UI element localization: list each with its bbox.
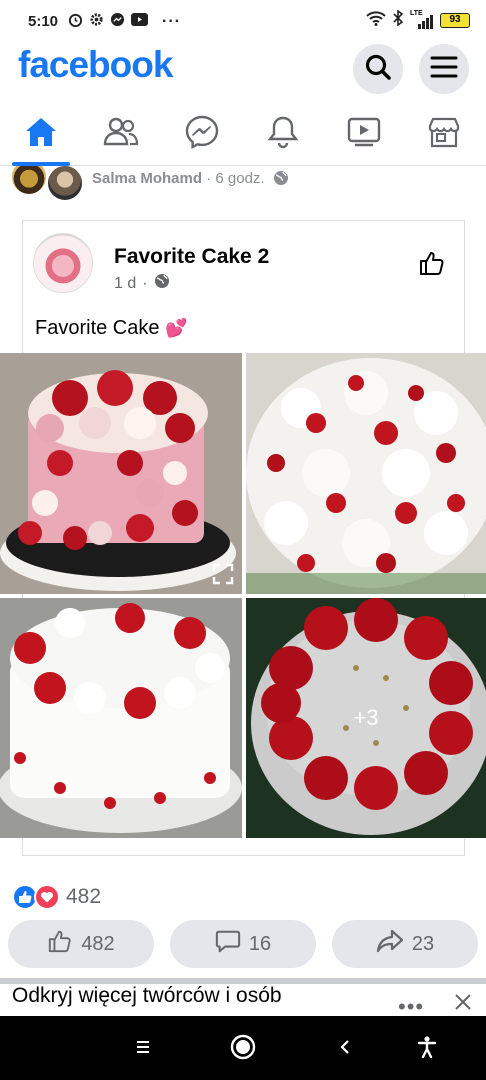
accessibility-icon xyxy=(417,1035,437,1063)
messenger-icon xyxy=(185,115,219,154)
like-button[interactable]: 482 xyxy=(8,920,154,968)
comment-count: 16 xyxy=(248,932,272,955)
page-name[interactable]: Favorite Cake 2 xyxy=(114,245,269,269)
recent-apps-button[interactable] xyxy=(128,1034,158,1064)
system-navigation-bar xyxy=(0,1016,486,1080)
comment-icon xyxy=(215,928,241,960)
globe-icon xyxy=(154,273,170,294)
menu-button[interactable] xyxy=(419,44,469,94)
photo-1[interactable] xyxy=(0,353,242,594)
like-page-button[interactable] xyxy=(418,249,446,282)
status-bar: 5:10 ··· LTE 93 xyxy=(0,0,486,44)
wifi-icon xyxy=(366,10,386,31)
tab-marketplace[interactable] xyxy=(422,112,466,156)
more-photos-count[interactable]: +3 xyxy=(246,598,486,838)
love-reaction-icon xyxy=(34,884,60,910)
video-icon xyxy=(347,117,381,152)
avatar[interactable] xyxy=(46,166,84,202)
cake-photo-1 xyxy=(0,353,242,594)
bell-icon xyxy=(267,115,299,154)
close-icon[interactable] xyxy=(453,992,473,1017)
share-button[interactable]: 23 xyxy=(332,920,478,968)
thumbs-up-icon xyxy=(47,928,73,960)
status-time: 5:10 xyxy=(28,13,59,30)
search-icon xyxy=(364,53,392,86)
shared-time[interactable]: 6 godz. xyxy=(215,170,264,187)
reactions-summary[interactable]: 482 xyxy=(12,882,101,912)
cake-photo-2 xyxy=(246,353,486,594)
tab-messenger[interactable] xyxy=(180,112,224,156)
photo-2[interactable] xyxy=(246,353,486,594)
friends-icon xyxy=(103,116,139,153)
signal-icon: LTE xyxy=(410,10,434,29)
sharer-name[interactable]: Salma Mohamd xyxy=(92,170,202,187)
app-header: facebook xyxy=(0,44,486,94)
back-chevron-icon xyxy=(339,1038,351,1061)
back-button[interactable] xyxy=(330,1034,360,1064)
home-circle-icon xyxy=(230,1034,256,1065)
home-system-button[interactable] xyxy=(228,1034,258,1064)
marketplace-icon xyxy=(427,116,461,153)
alarm-icon xyxy=(68,12,83,32)
tab-watch[interactable] xyxy=(342,112,386,156)
post-caption: Favorite Cake xyxy=(35,317,160,339)
status-more-icon: ··· xyxy=(162,13,181,30)
tab-notifications[interactable] xyxy=(261,112,305,156)
like-count: 482 xyxy=(81,932,115,955)
avatar[interactable] xyxy=(10,166,48,196)
expand-icon[interactable] xyxy=(212,563,234,590)
tab-home[interactable] xyxy=(19,112,63,156)
two-hearts-emoji: 💕 xyxy=(165,318,188,338)
recents-icon xyxy=(135,1040,151,1059)
post-time[interactable]: 1 d xyxy=(114,275,136,293)
youtube-status-icon xyxy=(131,13,148,31)
home-icon xyxy=(24,116,58,153)
share-count: 23 xyxy=(411,932,435,955)
settings-gear-icon xyxy=(89,12,104,32)
discover-section-title: Odkryj więcej twórców i osób xyxy=(12,984,282,1007)
page-avatar[interactable] xyxy=(33,233,93,293)
separator: · xyxy=(206,170,212,187)
bluetooth-icon xyxy=(392,9,404,31)
shared-by-row: Salma Mohamd · 6 godz. xyxy=(0,166,486,206)
messenger-status-icon xyxy=(110,12,125,32)
accessibility-button[interactable] xyxy=(412,1034,442,1064)
search-button[interactable] xyxy=(353,44,403,94)
tab-friends[interactable] xyxy=(99,112,143,156)
share-arrow-icon xyxy=(376,928,404,960)
reaction-count: 482 xyxy=(66,885,102,908)
photo-3[interactable] xyxy=(0,598,242,838)
battery-indicator: 93 xyxy=(440,13,470,28)
separator: · xyxy=(142,274,148,292)
globe-icon xyxy=(273,170,289,190)
hamburger-menu-icon xyxy=(430,55,458,84)
main-nav-tabs xyxy=(0,100,486,166)
comment-button[interactable]: 16 xyxy=(170,920,316,968)
cake-photo-3 xyxy=(0,598,242,838)
facebook-logo[interactable]: facebook xyxy=(18,44,173,86)
thumbs-up-icon xyxy=(418,252,446,281)
photo-4[interactable]: +3 xyxy=(246,598,486,838)
